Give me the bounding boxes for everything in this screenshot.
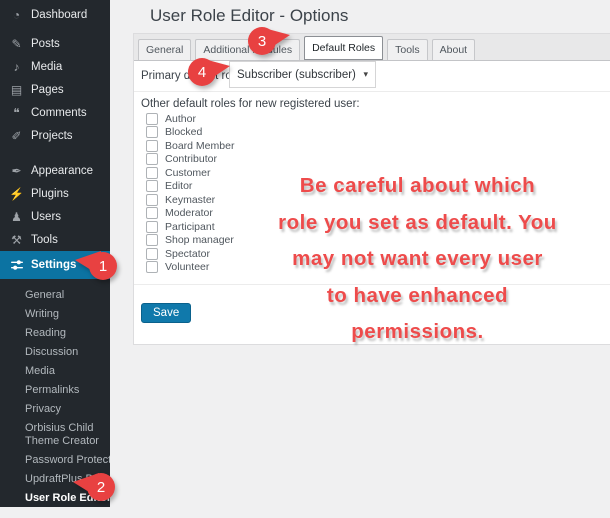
callout-number: 1 xyxy=(99,258,107,275)
role-row: Editor xyxy=(146,180,234,194)
callout-number: 3 xyxy=(258,33,266,50)
role-row: Author xyxy=(146,112,234,126)
submenu-item-privacy[interactable]: Privacy xyxy=(0,400,110,419)
role-row: Customer xyxy=(146,166,234,180)
role-checkbox-participant[interactable] xyxy=(146,220,158,233)
media-icon: ♪ xyxy=(13,59,20,74)
submenu-item-permalinks[interactable]: Permalinks xyxy=(0,381,110,400)
role-row: Board Member xyxy=(146,139,234,153)
sidebar-item-label: Posts xyxy=(31,37,60,50)
chevron-down-icon: ▾ xyxy=(363,69,368,79)
sidebar-item-users[interactable]: ♟ Users xyxy=(0,205,110,228)
callout-balloon-4: 4 xyxy=(186,55,230,89)
role-row: Contributor xyxy=(146,153,234,167)
row-divider xyxy=(134,284,610,285)
role-label: Board Member xyxy=(165,139,235,152)
role-row: Blocked xyxy=(146,126,234,140)
sidebar-item-pages[interactable]: ▤ Pages xyxy=(0,78,110,101)
role-checkbox-board-member[interactable] xyxy=(146,139,158,152)
role-row: Moderator xyxy=(146,207,234,221)
sidebar-item-posts[interactable]: ✎ Posts xyxy=(0,32,110,55)
role-checkbox-volunteer[interactable] xyxy=(146,261,158,274)
projects-pin-icon: ✐ xyxy=(11,128,22,143)
role-checkbox-moderator[interactable] xyxy=(146,207,158,220)
role-row: Volunteer xyxy=(146,261,234,275)
callout-balloon-2: 2 xyxy=(73,470,117,504)
sidebar-item-label: Pages xyxy=(31,83,64,96)
sidebar-item-label: Tools xyxy=(31,233,58,246)
role-label: Participant xyxy=(165,220,215,233)
role-row: Spectator xyxy=(146,247,234,261)
posts-pin-icon: ✎ xyxy=(11,36,22,51)
plugins-icon: ⚡ xyxy=(9,186,24,201)
role-checkbox-contributor[interactable] xyxy=(146,153,158,166)
primary-role-selected-value: Subscriber (subscriber) xyxy=(237,68,356,81)
callout-balloon-1: 1 xyxy=(75,249,119,283)
settings-sliders-icon xyxy=(9,259,24,271)
role-row: Participant xyxy=(146,220,234,234)
sidebar-item-tools[interactable]: ⚒ Tools xyxy=(0,228,110,251)
sidebar-item-label: Settings xyxy=(31,259,77,271)
pages-icon: ▤ xyxy=(10,82,23,97)
role-row: Keymaster xyxy=(146,193,234,207)
submenu-item-general[interactable]: General xyxy=(0,286,110,305)
sidebar-item-comments[interactable]: ❝ Comments xyxy=(0,101,110,124)
sidebar-item-media[interactable]: ♪ Media xyxy=(0,55,110,78)
sidebar-item-projects[interactable]: ✐ Projects xyxy=(0,124,110,147)
role-label: Keymaster xyxy=(165,193,216,206)
role-checkbox-customer[interactable] xyxy=(146,166,158,179)
role-label: Author xyxy=(165,112,196,125)
callout-balloon-3: 3 xyxy=(246,24,290,58)
other-roles-checkbox-list: Author Blocked Board Member Contributor … xyxy=(146,112,234,274)
tab-about[interactable]: About xyxy=(431,39,476,60)
tab-default-roles[interactable]: Default Roles xyxy=(304,36,384,60)
dashboard-icon: ◔ xyxy=(12,7,21,22)
tools-wrench-icon: ⚒ xyxy=(11,232,22,247)
sidebar-item-dashboard[interactable]: ◔ Dashboard xyxy=(0,3,110,26)
role-checkbox-shop-manager[interactable] xyxy=(146,234,158,247)
submenu-item-media[interactable]: Media xyxy=(0,362,110,381)
sidebar-item-label: Media xyxy=(31,60,63,73)
submenu-item-orbisius-child-theme-creator[interactable]: Orbisius Child Theme Creator xyxy=(0,419,110,451)
sidebar-item-label: Appearance xyxy=(31,164,94,177)
sidebar-item-label: Users xyxy=(31,210,62,223)
role-label: Volunteer xyxy=(165,261,210,274)
sidebar-item-label: Dashboard xyxy=(31,8,88,21)
role-label: Spectator xyxy=(165,247,210,260)
role-label: Blocked xyxy=(165,126,203,139)
callout-number: 4 xyxy=(198,64,206,81)
tab-general[interactable]: General xyxy=(138,39,192,60)
sidebar-item-label: Plugins xyxy=(31,187,69,200)
appearance-brush-icon: ✒ xyxy=(11,163,22,178)
submenu-item-reading[interactable]: Reading xyxy=(0,324,110,343)
page-title: User Role Editor - Options xyxy=(150,6,349,25)
primary-role-select[interactable]: Subscriber (subscriber) ▾ xyxy=(229,61,376,88)
save-button[interactable]: Save xyxy=(141,303,192,323)
role-label: Customer xyxy=(165,166,211,179)
submenu-item-discussion[interactable]: Discussion xyxy=(0,343,110,362)
role-label: Contributor xyxy=(165,153,217,166)
role-label: Moderator xyxy=(165,207,213,220)
role-row: Shop manager xyxy=(146,234,234,248)
other-default-roles-label: Other default roles for new registered u… xyxy=(141,98,360,110)
submenu-item-password-protected[interactable]: Password Protected xyxy=(0,451,110,470)
submenu-item-writing[interactable]: Writing xyxy=(0,305,110,324)
role-checkbox-editor[interactable] xyxy=(146,180,158,193)
comments-icon: ❝ xyxy=(13,105,20,120)
sidebar-item-plugins[interactable]: ⚡ Plugins xyxy=(0,182,110,205)
role-checkbox-author[interactable] xyxy=(146,112,158,125)
row-divider xyxy=(134,91,610,92)
tab-tools[interactable]: Tools xyxy=(387,39,428,60)
role-label: Shop manager xyxy=(165,234,234,247)
role-checkbox-blocked[interactable] xyxy=(146,126,158,139)
role-checkbox-spectator[interactable] xyxy=(146,247,158,260)
users-icon: ♟ xyxy=(11,209,22,224)
callout-number: 2 xyxy=(97,479,105,496)
role-checkbox-keymaster[interactable] xyxy=(146,193,158,206)
role-label: Editor xyxy=(165,180,193,193)
sidebar-item-label: Comments xyxy=(31,106,87,119)
sidebar-item-appearance[interactable]: ✒ Appearance xyxy=(0,159,110,182)
sidebar-item-label: Projects xyxy=(31,129,73,142)
